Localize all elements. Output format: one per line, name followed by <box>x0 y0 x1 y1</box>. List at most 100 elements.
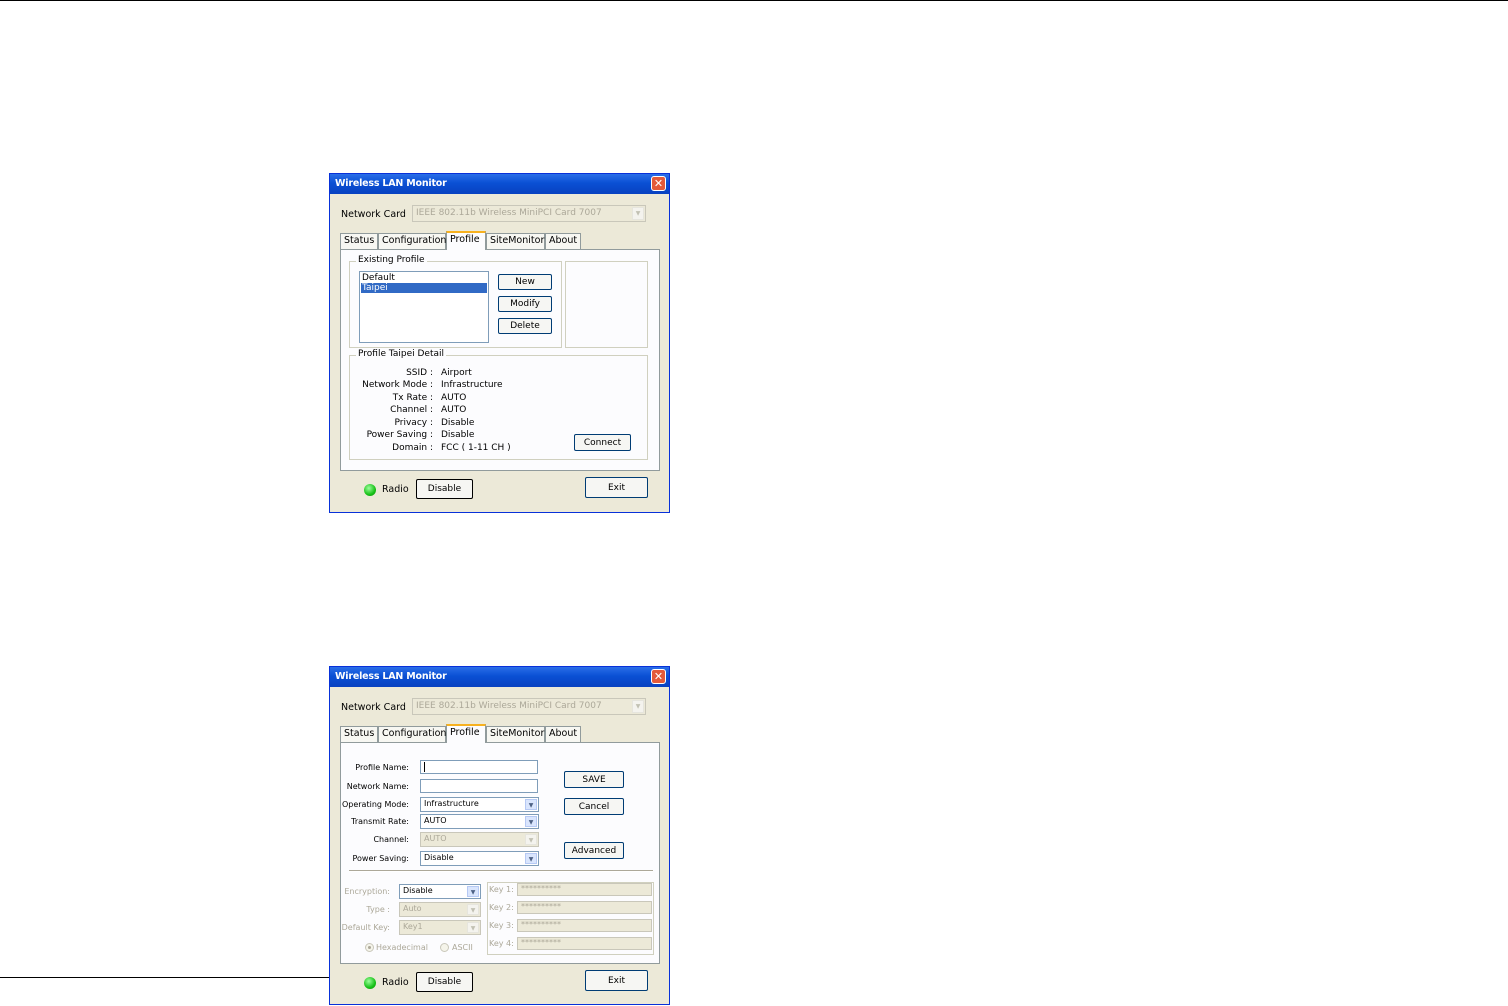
network-name-input[interactable] <box>420 779 538 793</box>
power-saving-label: Power Saving: <box>352 854 409 863</box>
ascii-radio[interactable] <box>440 943 449 952</box>
radio-disable-button[interactable]: Disable <box>416 479 473 499</box>
tab-label: Status <box>344 728 375 739</box>
tab-about[interactable]: About <box>545 233 581 249</box>
radio-disable-button[interactable]: Disable <box>416 972 473 992</box>
network-name-label: Network Name: <box>346 782 409 791</box>
key2-label: Key 2: <box>489 903 514 912</box>
list-item[interactable]: Default <box>361 273 487 283</box>
tab-label: Profile <box>450 234 480 245</box>
cancel-button[interactable]: Cancel <box>564 798 624 815</box>
tx-rate-label: Tx Rate : <box>392 393 433 403</box>
network-mode-label: Network Mode : <box>362 380 433 390</box>
ssid-label: SSID : <box>406 368 433 378</box>
title-bar[interactable]: Wireless LAN Monitor ✕ <box>330 667 669 687</box>
chevron-down-icon: ▼ <box>525 816 537 827</box>
radio-status-led <box>364 977 376 989</box>
default-key-select[interactable]: Key1 ▼ <box>399 920 481 935</box>
type-select[interactable]: Auto ▼ <box>399 902 481 917</box>
save-button[interactable]: SAVE <box>564 771 624 788</box>
operating-mode-label: Operating Mode: <box>341 800 409 809</box>
top-rule <box>0 0 1508 1</box>
network-card-value: IEEE 802.11b Wireless MiniPCI Card 7007 <box>416 208 602 218</box>
key1-label: Key 1: <box>489 885 514 894</box>
button-label: Exit <box>607 482 626 493</box>
key2-input[interactable]: ********** <box>517 901 652 914</box>
chevron-down-icon: ▼ <box>467 922 479 933</box>
key4-label: Key 4: <box>489 939 514 948</box>
chevron-down-icon: ▼ <box>467 886 479 897</box>
channel-value: AUTO <box>441 405 467 415</box>
title-bar[interactable]: Wireless LAN Monitor ✕ <box>330 174 669 194</box>
existing-profile-group: Existing Profile Default Taipei New Modi… <box>349 255 562 348</box>
power-saving-select[interactable]: Disable ▼ <box>420 851 539 866</box>
modify-button[interactable]: Modify <box>498 296 552 312</box>
button-label: Advanced <box>571 845 617 856</box>
chevron-down-icon: ▼ <box>525 834 537 845</box>
tx-rate-value: AUTO <box>441 393 467 403</box>
window-title: Wireless LAN Monitor <box>335 178 447 189</box>
exit-button[interactable]: Exit <box>585 970 648 991</box>
existing-profile-label: Existing Profile <box>356 255 427 265</box>
channel-select[interactable]: AUTO ▼ <box>420 832 539 847</box>
hexadecimal-radio[interactable] <box>365 943 374 952</box>
advanced-button[interactable]: Advanced <box>564 842 624 859</box>
operating-mode-select[interactable]: Infrastructure ▼ <box>420 797 539 812</box>
exit-button[interactable]: Exit <box>585 477 648 498</box>
bottom-left-rule <box>0 977 330 978</box>
default-key-value: Key1 <box>403 922 423 931</box>
network-card-label: Network Card <box>341 702 406 713</box>
tab-configuration[interactable]: Configuration <box>378 726 446 742</box>
transmit-rate-value: AUTO <box>424 816 447 825</box>
power-saving-label: Power Saving : <box>366 430 433 440</box>
profile-tab-panel: Existing Profile Default Taipei New Modi… <box>340 249 660 471</box>
tab-profile[interactable]: Profile <box>446 231 486 250</box>
network-card-label: Network Card <box>341 209 406 220</box>
tab-sitemonitor[interactable]: SiteMonitor <box>486 726 545 742</box>
button-label: Disable <box>427 484 462 494</box>
tab-sitemonitor[interactable]: SiteMonitor <box>486 233 545 249</box>
encryption-select[interactable]: Disable ▼ <box>399 884 481 899</box>
tab-about[interactable]: About <box>545 726 581 742</box>
list-item[interactable]: Taipei <box>361 283 487 293</box>
network-card-select[interactable]: IEEE 802.11b Wireless MiniPCI Card 7007 … <box>412 698 646 715</box>
operating-mode-value: Infrastructure <box>424 799 479 808</box>
tab-status[interactable]: Status <box>340 726 378 742</box>
transmit-rate-select[interactable]: AUTO ▼ <box>420 814 539 829</box>
wlan-monitor-window-profile-edit: Wireless LAN Monitor ✕ Network Card IEEE… <box>329 666 670 1005</box>
tab-profile[interactable]: Profile <box>446 724 486 743</box>
profile-name-input[interactable] <box>420 760 538 774</box>
key4-value: ********** <box>521 938 561 947</box>
power-saving-value: Disable <box>441 430 475 440</box>
delete-button[interactable]: Delete <box>498 318 552 334</box>
ascii-label: ASCII <box>452 943 473 952</box>
ssid-value: Airport <box>441 368 472 378</box>
channel-label: Channel : <box>390 405 433 415</box>
tab-configuration[interactable]: Configuration <box>378 233 446 249</box>
tab-label: Configuration <box>382 235 447 246</box>
button-label: Cancel <box>578 801 610 812</box>
chevron-down-icon: ▼ <box>632 207 644 220</box>
radio-status-led <box>364 484 376 496</box>
key4-input[interactable]: ********** <box>517 937 652 950</box>
close-button[interactable]: ✕ <box>651 176 666 191</box>
profile-detail-group: Profile Taipei Detail SSID : Airport Net… <box>349 349 648 460</box>
close-button[interactable]: ✕ <box>651 669 666 684</box>
channel-value: AUTO <box>424 834 447 843</box>
profile-listbox[interactable]: Default Taipei <box>359 271 489 343</box>
button-label: Connect <box>583 437 622 448</box>
network-card-value: IEEE 802.11b Wireless MiniPCI Card 7007 <box>416 701 602 711</box>
privacy-label: Privacy : <box>394 418 433 428</box>
new-button[interactable]: New <box>498 274 552 290</box>
key3-input[interactable]: ********** <box>517 919 652 932</box>
radio-label: Radio <box>382 484 409 495</box>
connect-button[interactable]: Connect <box>574 434 631 451</box>
channel-label: Channel: <box>373 835 409 844</box>
network-card-select[interactable]: IEEE 802.11b Wireless MiniPCI Card 7007 … <box>412 205 646 222</box>
domain-value: FCC ( 1-11 CH ) <box>441 443 511 453</box>
key1-input[interactable]: ********** <box>517 883 652 896</box>
key3-value: ********** <box>521 920 561 929</box>
key1-value: ********** <box>521 884 561 893</box>
chevron-down-icon: ▼ <box>525 799 537 810</box>
tab-status[interactable]: Status <box>340 233 378 249</box>
